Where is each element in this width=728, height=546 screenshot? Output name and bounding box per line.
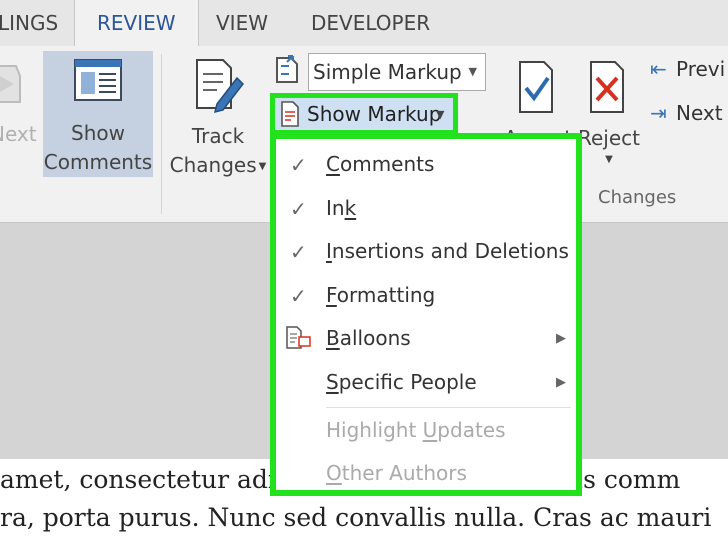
- accept-icon: [519, 61, 553, 113]
- display-for-review-icon: [273, 54, 303, 94]
- chevron-right-icon: ▶: [556, 375, 566, 390]
- menu-item-formatting[interactable]: ✓ Formatting: [276, 275, 576, 319]
- previous-change-button[interactable]: ⇤ Previ: [650, 54, 725, 84]
- track-changes-label: Changes: [169, 153, 257, 177]
- show-markup-menu: ✓ Comments ✓ Ink ✓ Insertions and Deleti…: [270, 133, 582, 496]
- markup-display-dropdown[interactable]: Simple Markup ▼: [308, 53, 486, 91]
- ribbon-group-separator: [161, 54, 162, 214]
- next-change-button[interactable]: ⇥ Next: [650, 98, 723, 128]
- tab-view[interactable]: VIEW: [216, 0, 268, 46]
- tab-mailings[interactable]: LINGS: [0, 0, 58, 46]
- show-comments-icon: [74, 59, 122, 101]
- reject-button[interactable]: Reject ▼: [575, 58, 643, 167]
- ribbon-tab-bar: LINGS REVIEW VIEW DEVELOPER: [0, 0, 728, 47]
- tab-developer[interactable]: DEVELOPER: [311, 0, 430, 46]
- changes-group-label: Changes: [598, 187, 677, 208]
- menu-item-other-authors: Other Authors: [326, 461, 467, 485]
- next-comment-icon: [0, 65, 21, 103]
- show-markup-icon: [281, 101, 299, 127]
- menu-item-insertions-deletions[interactable]: ✓ Insertions and Deletions: [276, 231, 576, 275]
- balloons-icon: [286, 326, 311, 349]
- menu-item-balloons[interactable]: Balloons ▶: [276, 318, 576, 362]
- menu-item-specific-people[interactable]: Specific People ▶: [276, 362, 576, 406]
- menu-separator: [326, 407, 571, 408]
- tab-review[interactable]: REVIEW: [74, 0, 199, 47]
- chevron-down-icon: ▼: [258, 161, 267, 172]
- next-change-icon: ⇥: [650, 101, 667, 125]
- chevron-down-icon: ▼: [436, 108, 445, 121]
- menu-item-highlight-updates: Highlight Updates: [326, 418, 506, 442]
- menu-item-comments[interactable]: ✓ Comments: [276, 144, 576, 188]
- checkmark-icon: ✓: [290, 284, 307, 308]
- checkmark-icon: ✓: [290, 197, 307, 221]
- track-changes-icon: [196, 59, 244, 114]
- chevron-down-icon: ▼: [605, 154, 613, 165]
- chevron-down-icon: ▼: [468, 65, 477, 78]
- next-comment-button[interactable]: Next: [0, 56, 37, 146]
- show-markup-button[interactable]: Show Markup ▼: [270, 93, 458, 135]
- reject-icon: [590, 61, 624, 113]
- show-comments-button[interactable]: Show Comments: [43, 51, 153, 177]
- checkmark-icon: ✓: [290, 153, 307, 177]
- menu-item-label: omments: [339, 152, 435, 176]
- menu-item-ink[interactable]: ✓ Ink: [276, 188, 576, 232]
- previous-change-icon: ⇤: [650, 57, 667, 81]
- chevron-right-icon: ▶: [556, 331, 566, 346]
- document-text-line: ra, porta purus. Nunc sed convallis null…: [0, 503, 712, 532]
- checkmark-icon: ✓: [290, 240, 307, 264]
- track-changes-button[interactable]: Track Changes ▼: [168, 56, 268, 181]
